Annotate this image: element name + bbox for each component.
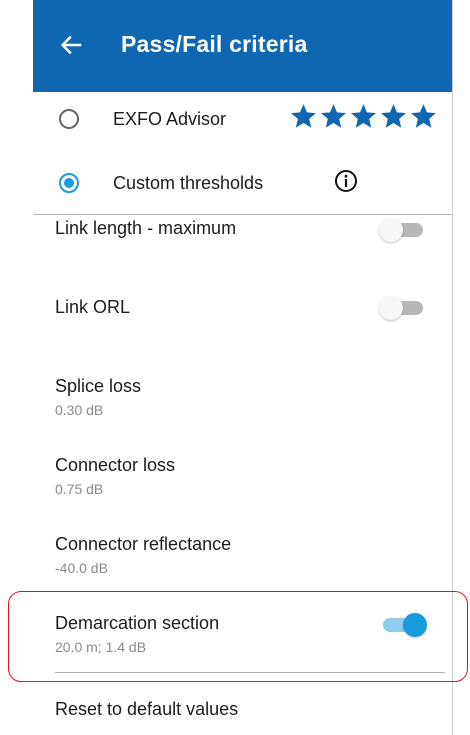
- connector-reflectance-value: -40.0 dB: [55, 560, 108, 576]
- star-icon: [381, 104, 406, 128]
- highlight-annotation: [8, 591, 468, 682]
- star-icon: [291, 104, 316, 128]
- setting-connector-reflectance[interactable]: Connector reflectance -40.0 dB: [33, 534, 453, 584]
- exfo-advisor-radio[interactable]: [59, 109, 79, 129]
- setting-splice-loss[interactable]: Splice loss 0.30 dB: [33, 376, 453, 426]
- connector-loss-value: 0.75 dB: [55, 481, 104, 497]
- info-circle-icon[interactable]: [334, 169, 358, 193]
- section-divider: [33, 214, 453, 215]
- custom-thresholds-label: Custom thresholds: [113, 173, 264, 193]
- setting-link-orl[interactable]: Link ORL: [33, 296, 453, 337]
- custom-thresholds-radio[interactable]: [59, 173, 79, 193]
- option-custom-thresholds[interactable]: Custom thresholds: [33, 161, 453, 211]
- app-header: Pass/Fail criteria: [33, 0, 453, 92]
- toggle-knob: [379, 218, 403, 242]
- star-icon: [351, 104, 376, 128]
- page-title: Pass/Fail criteria: [121, 31, 308, 57]
- arrow-left-icon[interactable]: [59, 33, 83, 57]
- link-orl-title: Link ORL: [55, 297, 131, 317]
- star-icon: [321, 104, 346, 128]
- rating-stars: [289, 102, 438, 134]
- reset-to-defaults-button[interactable]: Reset to default values: [55, 699, 238, 720]
- splice-loss-title: Splice loss: [55, 376, 142, 396]
- setting-link-length[interactable]: Link length - maximum: [33, 218, 453, 258]
- splice-loss-value: 0.30 dB: [55, 402, 104, 418]
- option-exfo-advisor[interactable]: EXFO Advisor: [33, 97, 453, 147]
- exfo-advisor-label: EXFO Advisor: [113, 109, 227, 129]
- link-orl-toggle[interactable]: [379, 296, 427, 320]
- setting-connector-loss[interactable]: Connector loss 0.75 dB: [33, 455, 453, 505]
- connector-loss-title: Connector loss: [55, 455, 176, 475]
- link-length-title: Link length - maximum: [55, 218, 237, 238]
- toggle-knob: [379, 296, 403, 320]
- star-icon: [411, 104, 436, 128]
- link-length-toggle[interactable]: [379, 218, 427, 242]
- connector-reflectance-title: Connector reflectance: [55, 534, 232, 554]
